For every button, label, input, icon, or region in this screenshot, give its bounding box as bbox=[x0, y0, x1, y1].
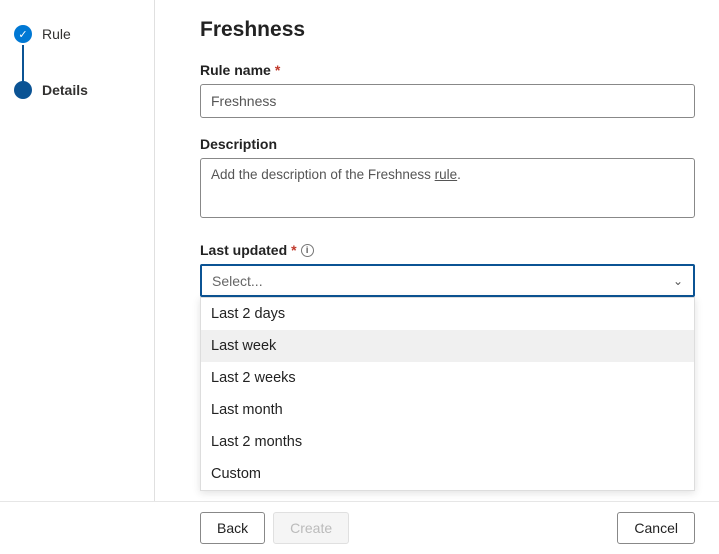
step-rule[interactable]: ✓ Rule bbox=[12, 25, 142, 43]
info-icon[interactable]: i bbox=[301, 244, 314, 257]
rule-name-label: Rule name * bbox=[200, 62, 695, 78]
step-label-details: Details bbox=[42, 82, 88, 98]
step-label-rule: Rule bbox=[42, 26, 71, 42]
description-textarea[interactable]: Add the description of the Freshness rul… bbox=[200, 158, 695, 218]
option-last-2-months[interactable]: Last 2 months bbox=[201, 426, 694, 458]
last-updated-label: Last updated * i bbox=[200, 242, 695, 258]
option-last-2-weeks[interactable]: Last 2 weeks bbox=[201, 362, 694, 394]
rule-name-input[interactable] bbox=[200, 84, 695, 118]
cancel-button[interactable]: Cancel bbox=[617, 512, 695, 544]
main-panel: Freshness Rule name * Description Add th… bbox=[155, 0, 719, 554]
chevron-down-icon: ⌄ bbox=[673, 274, 683, 288]
select-placeholder: Select... bbox=[212, 273, 263, 289]
create-button: Create bbox=[273, 512, 349, 544]
option-last-2-days[interactable]: Last 2 days bbox=[201, 298, 694, 330]
required-asterisk: * bbox=[291, 242, 296, 258]
wizard-sidebar: ✓ Rule Details bbox=[0, 0, 155, 505]
description-label: Description bbox=[200, 136, 695, 152]
last-updated-dropdown: Last 2 days Last week Last 2 weeks Last … bbox=[200, 297, 695, 491]
back-button[interactable]: Back bbox=[200, 512, 265, 544]
page-title: Freshness bbox=[200, 18, 695, 42]
option-last-month[interactable]: Last month bbox=[201, 394, 694, 426]
step-details[interactable]: Details bbox=[12, 81, 142, 99]
check-icon: ✓ bbox=[14, 25, 32, 43]
option-custom[interactable]: Custom bbox=[201, 458, 694, 490]
required-asterisk: * bbox=[275, 62, 280, 78]
footer-bar: Back Create Cancel bbox=[0, 501, 719, 554]
option-last-week[interactable]: Last week bbox=[201, 330, 694, 362]
current-step-icon bbox=[14, 81, 32, 99]
last-updated-select[interactable]: Select... ⌄ bbox=[200, 264, 695, 297]
